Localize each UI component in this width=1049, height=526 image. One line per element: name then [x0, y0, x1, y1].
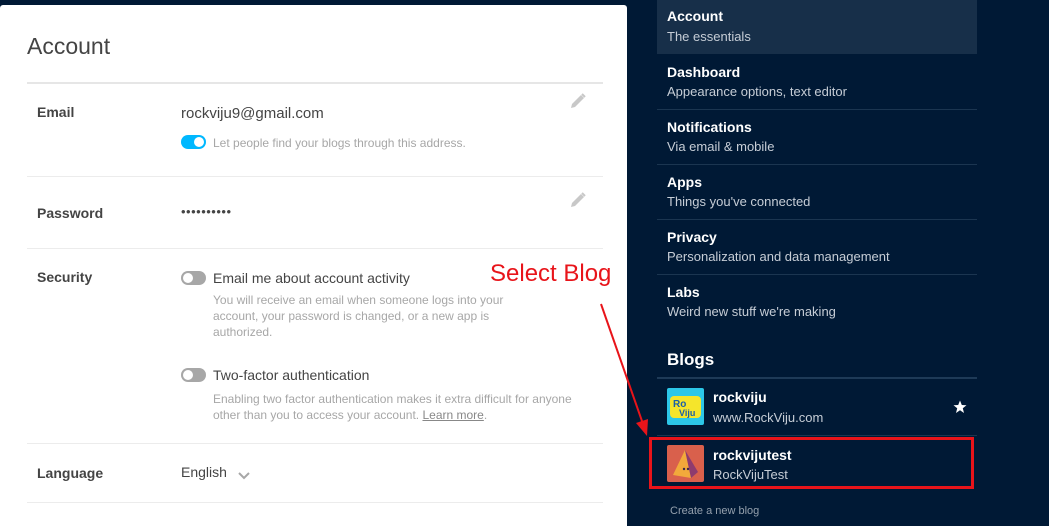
help-period: .: [483, 408, 488, 422]
sidebar-item-subtitle: Weird new stuff we're making: [667, 304, 836, 319]
sidebar-item-title: Account: [667, 8, 723, 24]
language-label: Language: [37, 465, 104, 481]
two-factor-toggle[interactable]: [181, 368, 206, 382]
blog-item-rockviju[interactable]: Ro Viju rockviju www.RockViju.com: [657, 380, 977, 435]
sidebar-item-subtitle: Things you've connected: [667, 194, 811, 209]
annotation-highlight-box: [649, 437, 974, 489]
language-select[interactable]: English: [181, 464, 227, 480]
pencil-icon[interactable]: [569, 92, 587, 110]
sidebar-item-labs[interactable]: Labs Weird new stuff we're making: [657, 274, 977, 329]
rockviju-logo-icon: Ro Viju: [667, 388, 704, 425]
row-divider: [27, 176, 603, 177]
account-activity-label: Email me about account activity: [213, 270, 410, 286]
annotation-label: Select Blog: [490, 260, 612, 287]
sidebar-item-account[interactable]: Account The essentials: [657, 0, 977, 54]
star-icon[interactable]: [953, 400, 967, 414]
two-factor-label: Two-factor authentication: [213, 367, 370, 383]
sidebar-item-subtitle: Personalization and data management: [667, 249, 890, 264]
two-factor-help: Enabling two factor authentication makes…: [213, 391, 583, 423]
sidebar-item-subtitle: Appearance options, text editor: [667, 84, 847, 99]
password-value: ••••••••••: [181, 204, 232, 219]
sidebar-item-subtitle: The essentials: [667, 29, 751, 44]
blog-avatar: Ro Viju: [667, 388, 704, 425]
account-activity-toggle[interactable]: [181, 271, 206, 285]
toggle-knob: [194, 137, 204, 147]
email-discoverable-toggle[interactable]: [181, 135, 206, 149]
sidebar-item-title: Labs: [667, 284, 700, 300]
account-activity-help: You will receive an email when someone l…: [213, 293, 504, 339]
blogs-heading: Blogs: [667, 350, 715, 369]
row-divider: [27, 248, 603, 249]
two-factor-help-text: Enabling two factor authentication makes…: [213, 392, 572, 422]
sidebar-item-title: Dashboard: [667, 64, 741, 80]
blog-url: www.RockViju.com: [713, 410, 824, 425]
email-discoverable-label: Let people find your blogs through this …: [213, 136, 466, 150]
toggle-knob: [183, 273, 193, 283]
title-divider: [27, 82, 603, 84]
toggle-knob: [183, 370, 193, 380]
email-value: rockviju9@gmail.com: [181, 105, 324, 122]
svg-text:Viju: Viju: [679, 408, 695, 418]
sidebar-item-title: Notifications: [667, 119, 752, 135]
email-label: Email: [37, 104, 75, 120]
sidebar-item-dashboard[interactable]: Dashboard Appearance options, text edito…: [657, 54, 977, 109]
sidebar-item-title: Apps: [667, 174, 702, 190]
sidebar-item-apps[interactable]: Apps Things you've connected: [657, 164, 977, 219]
sidebar-item-title: Privacy: [667, 229, 717, 245]
row-divider: [27, 443, 603, 444]
row-divider: [27, 502, 603, 503]
annotation-arrow-icon: [600, 303, 648, 436]
pencil-icon[interactable]: [569, 191, 587, 209]
chevron-down-icon[interactable]: [238, 471, 250, 481]
create-new-blog-link[interactable]: Create a new blog: [670, 505, 759, 517]
password-label: Password: [37, 205, 104, 221]
sidebar-item-privacy[interactable]: Privacy Personalization and data managem…: [657, 219, 977, 274]
learn-more-link[interactable]: Learn more: [422, 408, 483, 422]
page-title: Account: [27, 33, 111, 59]
blogs-divider: [657, 377, 977, 379]
blog-name: rockviju: [713, 389, 767, 405]
sidebar-item-subtitle: Via email & mobile: [667, 139, 775, 154]
sidebar-item-notifications[interactable]: Notifications Via email & mobile: [657, 109, 977, 164]
security-label: Security: [37, 269, 93, 285]
